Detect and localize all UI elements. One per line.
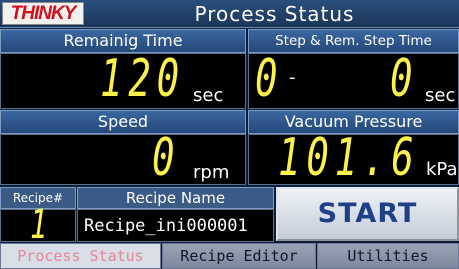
speed-header: Speed <box>0 110 246 134</box>
recipe-name-header: Recipe Name <box>77 187 274 209</box>
step-number-value: 0 <box>254 49 283 109</box>
remaining-time-value: 120 <box>100 49 185 109</box>
recipe-number-field[interactable]: 1 <box>0 202 76 248</box>
tab-utilities[interactable]: Utilities <box>317 243 459 269</box>
step-time-unit: sec <box>425 85 456 106</box>
recipe-name-label: Recipe Name <box>125 189 226 207</box>
vacuum-unit: kPa <box>426 159 458 180</box>
tab-recipe-editor[interactable]: Recipe Editor <box>162 243 316 269</box>
speed-display: 0 rpm <box>0 129 246 187</box>
speed-value: 0 <box>151 128 180 188</box>
tab-process-status[interactable]: Process Status <box>0 243 161 269</box>
remaining-time-unit: sec <box>193 85 224 106</box>
step-time-value: 0 <box>389 49 418 109</box>
step-separator: - <box>289 67 296 88</box>
vacuum-display: 101.6 kPa <box>248 129 459 187</box>
tab-recipe-editor-label: Recipe Editor <box>180 247 298 265</box>
title-bar: THINKY Process Status <box>0 0 459 28</box>
vacuum-value: 101.6 <box>278 128 420 188</box>
speed-label: Speed <box>97 112 149 131</box>
page-title: Process Status <box>194 2 355 26</box>
speed-unit: rpm <box>193 162 230 183</box>
start-button[interactable]: START <box>276 187 459 241</box>
recipe-name-field[interactable]: Recipe_ini000001 <box>77 209 274 242</box>
step-time-label: Step & Rem. Step Time <box>275 33 432 49</box>
remaining-time-display: 120 sec <box>0 49 246 109</box>
remaining-time-label: Remainig Time <box>63 31 183 50</box>
tab-process-status-label: Process Status <box>17 247 144 265</box>
recipe-name-value: Recipe_ini000001 <box>84 216 248 236</box>
step-time-display: 0 - 0 sec <box>248 49 459 109</box>
thinky-logo: THINKY <box>2 2 84 25</box>
tab-utilities-label: Utilities <box>347 247 429 265</box>
